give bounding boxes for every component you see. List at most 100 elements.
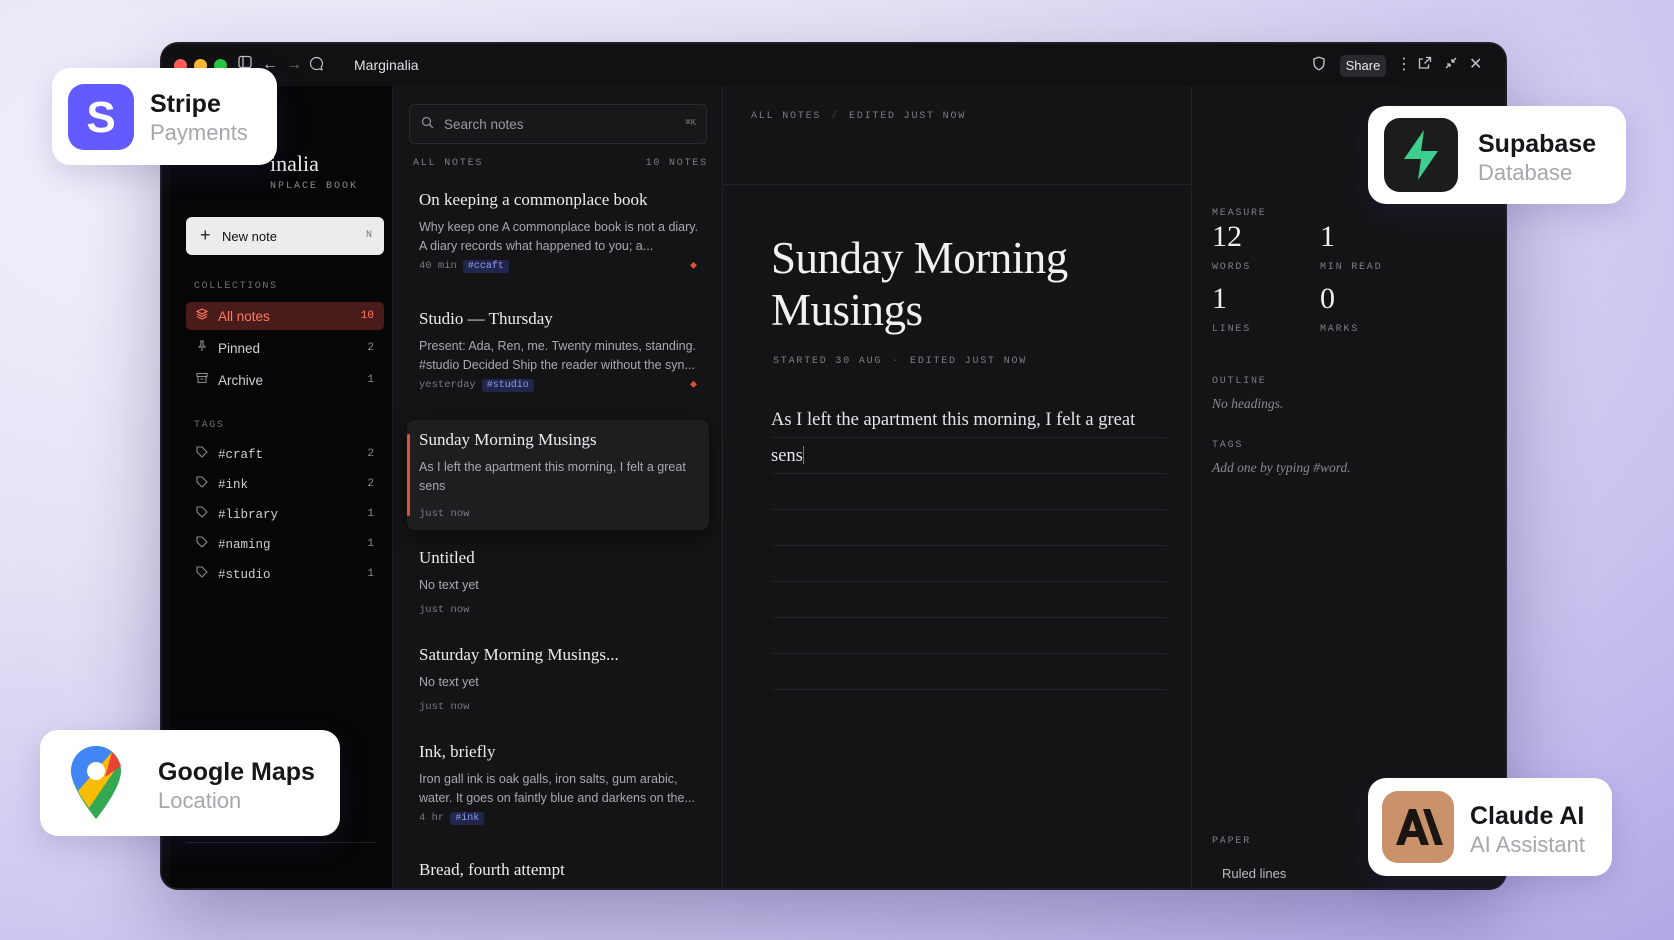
words-label: WORDS — [1212, 262, 1252, 273]
tags-panel-heading: TAGS — [1212, 440, 1244, 451]
note-meta: yesterday #studio — [419, 379, 534, 392]
breadcrumb: ALL NOTES / EDITED JUST NOW — [751, 111, 967, 122]
note-tag[interactable]: #studio — [481, 379, 534, 392]
document-meta: STARTED 30 AUG · EDITED JUST NOW — [773, 356, 1028, 367]
sidebar-item-archive[interactable]: Archive 1 — [186, 366, 384, 394]
note-tag[interactable]: #ink — [450, 812, 485, 825]
shield-icon[interactable] — [1312, 56, 1326, 77]
new-note-shortcut: N — [365, 230, 372, 241]
collapse-icon[interactable] — [1444, 56, 1458, 76]
note-meta: 4 hr #ink — [419, 812, 485, 825]
share-button[interactable]: Share — [1340, 55, 1386, 77]
note-title: On keeping a commonplace book — [419, 190, 648, 209]
sidebar-item-all-notes[interactable]: All notes 10 — [186, 302, 384, 330]
google-maps-badge: Google Maps Location — [40, 730, 340, 836]
anthropic-logo-icon — [1382, 791, 1454, 863]
stripe-logo-icon: S — [68, 84, 134, 150]
body-text: As I left the apartment this morning, I … — [771, 410, 1136, 466]
list-item[interactable]: Studio — Thursday Present: Ada, Ren, me.… — [407, 299, 709, 399]
document-body[interactable]: As I left the apartment this morning, I … — [771, 402, 1167, 474]
sidebar-tag-studio[interactable]: #studio 1 — [186, 560, 384, 588]
measure-heading: MEASURE — [1212, 208, 1267, 219]
pinned-icon: ⬥ — [690, 260, 697, 271]
lines-label: LINES — [1212, 324, 1252, 335]
editor-panel: ALL NOTES / EDITED JUST NOW Sunday Morning… — [723, 86, 1192, 888]
tag-count: 2 — [367, 478, 374, 490]
text-caret — [802, 446, 805, 464]
supabase-sub: Database — [1478, 160, 1573, 185]
sidebar-item-pinned[interactable]: Pinned 2 — [186, 334, 384, 362]
sidebar-item-label: Archive — [218, 373, 264, 388]
sidebar-tag-naming[interactable]: #naming 1 — [186, 530, 384, 558]
list-item[interactable]: On keeping a commonplace book Why keep o… — [407, 180, 709, 280]
close-icon[interactable]: ✕ — [1469, 55, 1482, 75]
tag-label: #naming — [218, 538, 271, 552]
marks-value: 0 — [1320, 282, 1335, 315]
sidebar-item-label: Pinned — [218, 341, 261, 356]
sidebar-item-count: 10 — [360, 310, 374, 322]
note-count: 10 NOTES — [645, 158, 708, 169]
more-options-icon[interactable]: ⋮ — [1396, 55, 1412, 75]
new-note-button[interactable]: + New note N — [186, 217, 384, 255]
note-time: just now — [419, 604, 470, 616]
window-title: Marginalia — [354, 57, 419, 73]
min-read-value: 1 — [1320, 220, 1335, 253]
stripe-name: Stripe — [150, 90, 221, 118]
supabase-logo-icon — [1384, 118, 1458, 192]
new-note-label: New note — [222, 229, 277, 244]
list-item-selected[interactable]: Sunday Morning Musings As I left the apa… — [407, 420, 709, 530]
app-subtitle: NPLACE BOOK — [270, 181, 359, 192]
outline-empty-text: No headings. — [1212, 396, 1284, 411]
marks-label: MARKS — [1320, 324, 1360, 335]
tag-label: #library — [218, 508, 279, 522]
tag-icon — [196, 446, 208, 461]
note-time: just now — [419, 508, 470, 520]
tag-icon — [196, 566, 208, 581]
supabase-badge: Supabase Database — [1368, 106, 1626, 204]
paper-option-ruled[interactable]: Ruled lines — [1222, 866, 1286, 881]
tag-label: #craft — [218, 448, 264, 462]
app-name: inalia — [270, 151, 319, 176]
maps-sub: Location — [158, 788, 242, 813]
layers-icon — [195, 308, 209, 323]
note-time: yesterday — [419, 379, 476, 391]
list-item[interactable]: Ink, briefly Iron gall ink is oak galls,… — [407, 732, 709, 832]
sidebar-item-label: All notes — [218, 309, 270, 324]
pinned-icon: ⬥ — [690, 379, 697, 390]
stripe-sub: Payments — [150, 120, 248, 145]
tag-count: 1 — [367, 568, 374, 580]
edited-status: EDITED JUST NOW — [910, 356, 1028, 367]
sidebar-tag-library[interactable]: #library 1 — [186, 500, 384, 528]
search-box[interactable]: ⌘K — [409, 104, 707, 144]
note-preview: Iron gall ink is oak galls, iron salts, … — [419, 772, 695, 805]
list-item[interactable]: Saturday Morning Musings... No text yet … — [407, 635, 709, 723]
note-preview: No text yet — [419, 675, 479, 689]
sidebar-item-count: 1 — [367, 374, 374, 386]
archive-icon — [196, 372, 208, 387]
sidebar-tag-ink[interactable]: #ink 2 — [186, 470, 384, 498]
list-item[interactable]: Bread, fourth attempt — [407, 850, 709, 888]
open-external-icon[interactable] — [1418, 56, 1432, 76]
breadcrumb-root[interactable]: ALL NOTES — [751, 111, 821, 122]
note-title: Bread, fourth attempt — [419, 860, 565, 879]
note-preview: Present: Ada, Ren, me. Twenty minutes, s… — [419, 339, 697, 372]
collections-heading: COLLECTIONS — [194, 281, 278, 292]
note-time: 40 min — [419, 260, 457, 272]
forward-arrow-icon[interactable]: → — [286, 55, 302, 75]
sidebar-divider — [186, 842, 376, 843]
note-title: Ink, briefly — [419, 742, 496, 761]
tag-icon — [196, 536, 208, 551]
note-time: 4 hr — [419, 812, 445, 824]
tag-count: 1 — [367, 538, 374, 550]
tag-label: #studio — [218, 568, 271, 582]
note-tag[interactable]: #ccaft — [462, 260, 509, 273]
note-title: Untitled — [419, 548, 475, 567]
document-title[interactable]: Sunday Morning Musings — [771, 232, 1171, 336]
breadcrumb-status: EDITED JUST NOW — [849, 111, 967, 122]
list-item[interactable]: Untitled No text yet just now — [407, 538, 709, 626]
tags-heading: TAGS — [194, 420, 225, 431]
search-input[interactable] — [442, 113, 676, 135]
sidebar-tag-craft[interactable]: #craft 2 — [186, 440, 384, 468]
note-title: Saturday Morning Musings... — [419, 645, 619, 664]
tag-icon — [196, 506, 208, 521]
